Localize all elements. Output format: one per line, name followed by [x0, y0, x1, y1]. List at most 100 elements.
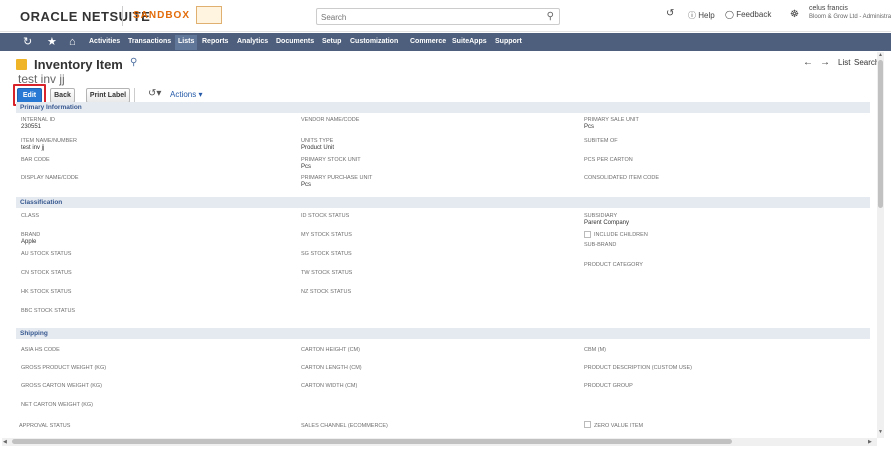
field-label: PRODUCT GROUP	[584, 383, 633, 389]
field-value: Pcs	[301, 164, 312, 170]
actions-menu[interactable]: Actions ▾	[170, 90, 202, 99]
main-navigation: ↻ ★ ⌂ Activities Transactions Lists Repo…	[0, 33, 891, 51]
field-label: BBC STOCK STATUS	[21, 308, 76, 314]
feedback-link[interactable]: ◯ Feedback	[725, 10, 771, 19]
user-role: Bloom & Grow Ltd - Administrator	[809, 14, 891, 20]
company-logo	[196, 6, 222, 24]
field-label: PCS PER CARTON	[584, 157, 633, 163]
actions-label: Actions	[170, 90, 197, 99]
home-icon[interactable]: ⌂	[69, 35, 76, 49]
top-header: ORACLE NETSUITE SANDBOX ⚲ ↺ ⓘ Help ◯ Fee…	[0, 0, 891, 32]
vertical-scroll-thumb[interactable]	[878, 60, 883, 208]
global-search[interactable]: ⚲	[316, 8, 560, 25]
list-link[interactable]: List	[838, 58, 850, 67]
section-title: Classification	[20, 199, 63, 206]
help-label: Help	[698, 11, 715, 20]
record-icon	[16, 59, 27, 70]
field-value: Parent Company	[584, 220, 630, 226]
scroll-right-icon[interactable]: ▶	[868, 439, 872, 445]
field-label: VENDOR NAME/CODE	[301, 117, 360, 123]
nav-commerce[interactable]: Commerce	[410, 37, 446, 47]
scroll-left-icon[interactable]: ◀	[3, 439, 7, 445]
back-button[interactable]: Back	[50, 88, 75, 103]
scroll-down-icon[interactable]: ▼	[878, 429, 883, 435]
environment-badge: SANDBOX	[122, 6, 190, 26]
field-label: INCLUDE CHILDREN	[594, 232, 648, 238]
feedback-icon: ◯	[725, 10, 734, 19]
nav-activities[interactable]: Activities	[89, 37, 120, 47]
vertical-scrollbar[interactable]: ▲ ▼	[877, 52, 884, 438]
horizontal-scrollbar[interactable]: ◀ ▶	[2, 438, 877, 446]
nav-analytics[interactable]: Analytics	[237, 37, 268, 47]
field-label: SUBITEM OF	[584, 138, 618, 144]
nav-reports[interactable]: Reports	[202, 37, 228, 47]
include-children-checkbox[interactable]	[584, 231, 591, 238]
user-name: celus francis	[809, 5, 848, 12]
section-classification[interactable]: Classification	[16, 197, 870, 208]
help-link[interactable]: ⓘ Help	[688, 10, 715, 21]
section-title: Primary Information	[20, 104, 82, 111]
nav-lists[interactable]: Lists	[175, 35, 198, 50]
zero-value-item-checkbox[interactable]	[584, 421, 591, 428]
title-search-icon[interactable]: ⚲	[130, 57, 137, 68]
field-label: INTERNAL ID	[21, 117, 56, 123]
field-value: Pcs	[301, 182, 312, 188]
field-label: AU STOCK STATUS	[21, 251, 72, 257]
user-menu[interactable]: celus francis Bloom & Grow Ltd - Adminis…	[809, 4, 891, 22]
field-label: CN STOCK STATUS	[21, 270, 72, 276]
nav-documents[interactable]: Documents	[276, 37, 314, 47]
field-label: ASIA HS CODE	[21, 347, 60, 353]
nav-suiteapps[interactable]: SuiteApps	[452, 37, 487, 47]
field-label: ID STOCK STATUS	[301, 213, 350, 219]
field-label: ZERO VALUE ITEM	[594, 423, 644, 429]
field-label: BRAND	[21, 232, 41, 238]
nav-support[interactable]: Support	[495, 37, 522, 47]
recent-records-icon[interactable]: ↺	[666, 8, 674, 19]
button-divider	[134, 88, 135, 103]
field-label: HK STOCK STATUS	[21, 289, 72, 295]
field-label: PRIMARY STOCK UNIT	[301, 157, 361, 163]
nav-transactions[interactable]: Transactions	[128, 37, 171, 47]
actions-icon[interactable]: ↺▾	[148, 88, 161, 99]
forward-arrow-icon[interactable]: →	[820, 57, 830, 68]
search-input[interactable]	[321, 11, 541, 23]
field-label: PRIMARY SALE UNIT	[584, 117, 639, 123]
star-icon[interactable]: ★	[47, 35, 57, 49]
feedback-label: Feedback	[736, 10, 772, 19]
scroll-up-icon[interactable]: ▲	[878, 52, 883, 58]
field-label: DISPLAY NAME/CODE	[21, 175, 79, 181]
field-value: Pcs	[584, 124, 595, 130]
search-link[interactable]: Search	[854, 58, 879, 67]
search-icon[interactable]: ⚲	[547, 11, 554, 22]
field-label: PRIMARY PURCHASE UNIT	[301, 175, 373, 181]
recent-icon[interactable]: ↻	[23, 35, 32, 49]
field-label: CLASS	[21, 213, 40, 219]
nav-customization[interactable]: Customization	[350, 37, 398, 47]
field-label: MY STOCK STATUS	[301, 232, 352, 238]
roles-icon[interactable]: ☸	[790, 9, 799, 20]
nav-setup[interactable]: Setup	[322, 37, 341, 47]
field-label: CBM (M)	[584, 347, 606, 353]
field-label: SUBSIDIARY	[584, 213, 618, 219]
field-label: TW STOCK STATUS	[301, 270, 353, 276]
field-label: NET CARTON WEIGHT (KG)	[21, 402, 94, 408]
print-label-button[interactable]: Print Label	[86, 88, 130, 103]
field-label: SG STOCK STATUS	[301, 251, 352, 257]
back-arrow-icon[interactable]: ←	[803, 57, 813, 68]
field-label: PRODUCT CATEGORY	[584, 262, 643, 268]
section-primary[interactable]: Primary Information	[16, 102, 870, 113]
field-label: GROSS PRODUCT WEIGHT (KG)	[21, 365, 107, 371]
field-label: CARTON LENGTH (CM)	[301, 365, 362, 371]
field-value: Product Unit	[301, 145, 335, 151]
field-label: SUB-BRAND	[584, 242, 617, 248]
help-icon: ⓘ	[688, 11, 696, 20]
field-label: NZ STOCK STATUS	[301, 289, 352, 295]
field-label: CARTON WIDTH (CM)	[301, 383, 358, 389]
page-title: Inventory Item	[34, 57, 123, 72]
field-label: SALES CHANNEL (ECOMMERCE)	[301, 423, 388, 429]
edit-button[interactable]: Edit	[17, 88, 42, 103]
horizontal-scroll-thumb[interactable]	[12, 439, 732, 444]
field-label: CONSOLIDATED ITEM CODE	[584, 175, 660, 181]
field-value: 230551	[21, 124, 42, 130]
section-shipping[interactable]: Shipping	[16, 328, 870, 339]
